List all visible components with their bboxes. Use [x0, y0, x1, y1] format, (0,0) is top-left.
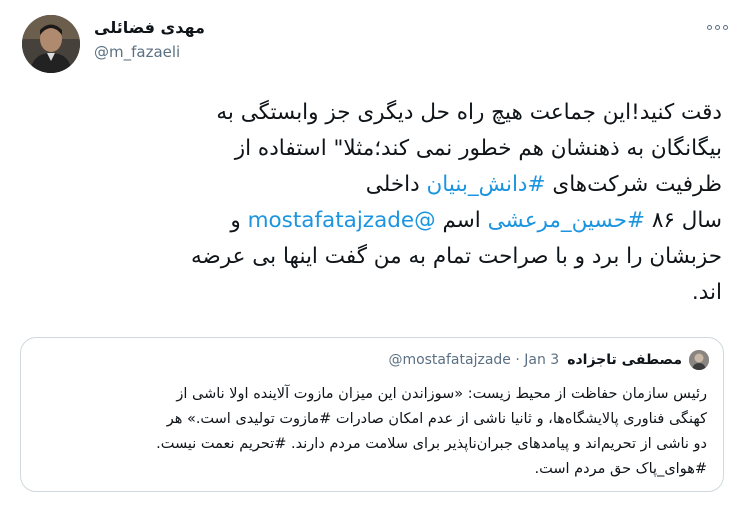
tweet-text-segment: و [230, 208, 248, 233]
more-horizontal-icon-dot [722, 24, 728, 30]
author-avatar[interactable] [22, 15, 80, 73]
quoted-author-avatar[interactable] [689, 350, 709, 370]
author-name[interactable]: مهدی فضائلی [94, 18, 394, 37]
tweet-text-segment: اسم [435, 208, 488, 233]
tweet-text-segment: اند. [691, 280, 722, 305]
hashtag-link[interactable]: #حسین_مرعشی [488, 208, 645, 233]
quoted-text-line: کهنگی فناوری پالایشگاه‌ها، و ثانیا ناشی … [166, 411, 707, 427]
tweet-text-line: ظرفیت شرکت‌های #دانش_بنیان داخلی [22, 167, 722, 203]
more-options-button[interactable] [704, 18, 730, 36]
quoted-tweet-text: رئیس سازمان حفاظت از محیط زیست: «سوزاندن… [35, 382, 707, 482]
tweet-text-line: حزبشان را برد و با صراحت تمام به من گفت … [22, 239, 722, 275]
tweet-card: مهدی فضائلی @m_fazaeli دقت کنید!این جماع… [0, 0, 744, 511]
quoted-author-name[interactable]: مصطفی تاجزاده [567, 352, 682, 368]
tweet-text-segment: سال ۸۶ [645, 208, 722, 233]
quoted-text-line: #هوای_پاک حق مردم است. [534, 461, 707, 477]
tweet-text-line: اند. [22, 275, 722, 311]
author-info: مهدی فضائلی @m_fazaeli [94, 18, 394, 61]
tweet-text-segment: بیگانگان به ذهنشان هم خطور نمی کند؛مثلا"… [234, 136, 722, 161]
quoted-handle[interactable]: @mostafatajzade [388, 352, 510, 368]
more-horizontal-icon-dot [714, 24, 720, 30]
quoted-date[interactable]: Jan 3 [524, 352, 559, 368]
author-handle[interactable]: @m_fazaeli [94, 43, 394, 61]
quoted-tweet[interactable]: @mostafatajzade · Jan 3 مصطفی تاجزاده رئ… [20, 337, 724, 492]
tweet-text-line: سال ۸۶ #حسین_مرعشی اسم @mostafatajzade و [22, 203, 722, 239]
quoted-separator-wrap: · [511, 352, 524, 368]
quoted-text-line: رئیس سازمان حفاظت از محیط زیست: «سوزاندن… [176, 386, 707, 402]
tweet-text: دقت کنید!این جماعت هیچ راه حل دیگری جز و… [22, 95, 722, 311]
tweet-text-segment: ظرفیت شرکت‌های [545, 172, 722, 197]
quoted-tweet-header: @mostafatajzade · Jan 3 مصطفی تاجزاده [21, 349, 723, 371]
tweet-text-segment: حزبشان را برد و با صراحت تمام به من گفت … [190, 244, 722, 269]
tweet-text-segment: داخلی [365, 172, 427, 197]
tweet-text-line: دقت کنید!این جماعت هیچ راه حل دیگری جز و… [22, 95, 722, 131]
quoted-text-line: دو ناشی از تحریم‌اند و پیامدهای جبران‌نا… [156, 436, 707, 452]
tweet-text-segment: دقت کنید!این جماعت هیچ راه حل دیگری جز و… [216, 100, 722, 125]
tweet-text-line: بیگانگان به ذهنشان هم خطور نمی کند؛مثلا"… [22, 131, 722, 167]
more-horizontal-icon [706, 24, 712, 30]
hashtag-link[interactable]: #دانش_بنیان [427, 172, 546, 197]
mention-link[interactable]: @mostafatajzade [248, 208, 436, 233]
quoted-separator: · [515, 352, 520, 368]
